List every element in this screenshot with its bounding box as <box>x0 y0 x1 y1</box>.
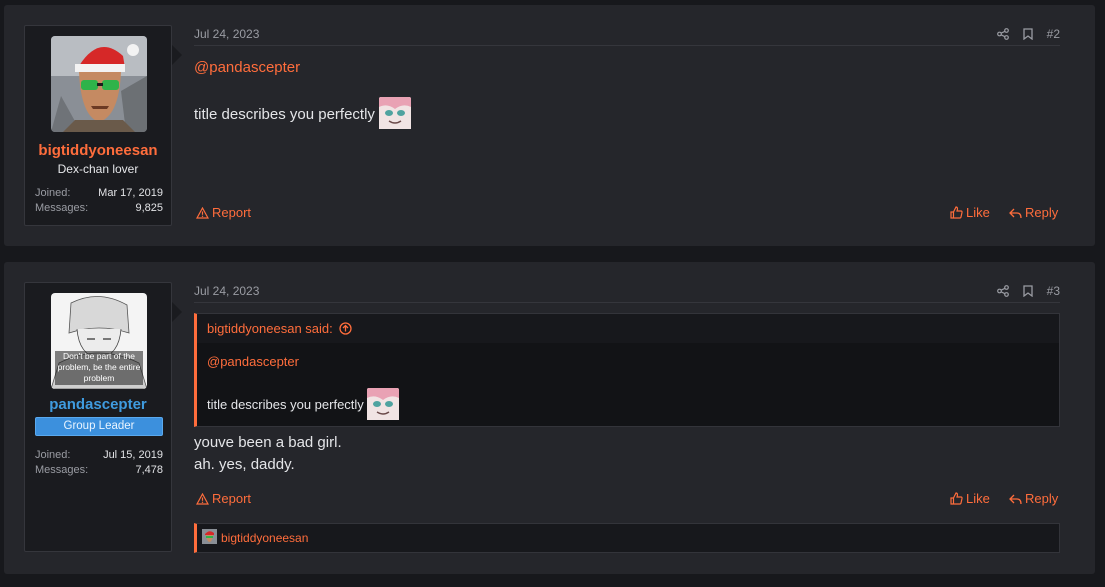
post-number[interactable]: #2 <box>1047 27 1060 41</box>
joined-stat: Joined: Mar 17, 2019 <box>35 187 163 199</box>
bookmark-icon[interactable] <box>1022 285 1033 297</box>
message-text: title describes you perfectly <box>194 105 375 123</box>
post-header-tools: #3 <box>996 284 1060 298</box>
post-actions: Report Like Reply <box>194 205 1060 223</box>
post-message: title describes you perfectly <box>194 97 412 133</box>
messages-label: Messages: <box>35 464 89 476</box>
anime-face-emoji <box>367 388 400 423</box>
like-button[interactable]: Like <box>950 491 990 506</box>
quote-text: title describes you perfectly <box>207 396 364 412</box>
avatar[interactable]: Don't be part of the problem, be the ent… <box>51 293 147 389</box>
reply-button[interactable]: Reply <box>1009 491 1058 506</box>
report-label: Report <box>212 205 252 220</box>
share-icon[interactable] <box>996 28 1009 40</box>
like-button[interactable]: Like <box>950 205 990 220</box>
anime-face-emoji <box>379 97 412 133</box>
thumbs-up-icon <box>950 206 963 219</box>
quote-author[interactable]: bigtiddyoneesan said: <box>207 314 333 343</box>
share-icon[interactable] <box>996 285 1009 297</box>
post-3: Don't be part of the problem, be the ent… <box>4 262 1095 574</box>
messages-value: 7,478 <box>135 464 163 476</box>
reply-label: Reply <box>1025 205 1059 220</box>
post-header: Jul 24, 2023 #3 <box>194 284 1060 303</box>
username[interactable]: pandascepter <box>25 396 171 413</box>
joined-value: Jul 15, 2019 <box>103 449 163 461</box>
arrow-up-circle-icon[interactable] <box>339 322 352 335</box>
avatar-caption-1: Don't be part of the <box>63 351 135 361</box>
messages-stat: Messages: 9,825 <box>35 202 163 214</box>
panel-arrow <box>172 45 182 65</box>
joined-value: Mar 17, 2019 <box>98 187 163 199</box>
like-label: Like <box>966 205 990 220</box>
reply-icon <box>1009 208 1022 218</box>
post-actions: Report Like Reply <box>194 491 1060 509</box>
report-button[interactable]: Report <box>196 205 251 220</box>
quote-block: bigtiddyoneesan said: @pandascepter titl… <box>194 313 1060 427</box>
quote-message: title describes you perfectly <box>207 388 400 423</box>
avatar-caption-2: problem, be the entire <box>58 362 141 372</box>
bookmark-icon[interactable] <box>1022 28 1033 40</box>
messages-stat: Messages: 7,478 <box>35 464 163 476</box>
warning-icon <box>196 492 209 505</box>
reply-button[interactable]: Reply <box>1009 205 1058 220</box>
reaction-user[interactable]: bigtiddyoneesan <box>221 531 308 545</box>
user-info-panel: bigtiddyoneesan Dex-chan lover Joined: M… <box>24 25 182 226</box>
message-line-2: ah. yes, daddy. <box>194 456 295 473</box>
panel-arrow <box>172 302 182 322</box>
reactions-bar[interactable]: bigtiddyoneesan <box>194 523 1060 553</box>
thumbs-up-icon <box>950 492 963 505</box>
messages-value: 9,825 <box>135 202 163 214</box>
post-header-tools: #2 <box>996 27 1060 41</box>
user-title: Dex-chan lover <box>57 162 139 176</box>
avatar[interactable] <box>51 36 147 132</box>
joined-label: Joined: <box>35 187 71 199</box>
warning-icon <box>196 206 209 219</box>
post-date[interactable]: Jul 24, 2023 <box>194 284 259 298</box>
post-number[interactable]: #3 <box>1047 284 1060 298</box>
post-2: bigtiddyoneesan Dex-chan lover Joined: M… <box>4 5 1095 246</box>
reply-icon <box>1009 494 1022 504</box>
report-label: Report <box>212 491 252 506</box>
reaction-avatar <box>202 529 217 547</box>
quote-header[interactable]: bigtiddyoneesan said: <box>197 314 1059 343</box>
reply-label: Reply <box>1025 491 1059 506</box>
post-date[interactable]: Jul 24, 2023 <box>194 27 259 41</box>
messages-label: Messages: <box>35 202 89 214</box>
like-label: Like <box>966 491 990 506</box>
avatar-caption-3: problem <box>84 373 115 383</box>
message-line-1: youve been a bad girl. <box>194 434 342 451</box>
quote-mention[interactable]: @pandascepter <box>207 354 299 369</box>
report-button[interactable]: Report <box>196 491 251 506</box>
mention-link[interactable]: @pandascepter <box>194 59 300 76</box>
user-info-panel: Don't be part of the problem, be the ent… <box>24 282 182 552</box>
username[interactable]: bigtiddyoneesan <box>25 142 171 159</box>
joined-stat: Joined: Jul 15, 2019 <box>35 449 163 461</box>
group-leader-badge: Group Leader <box>35 417 163 436</box>
joined-label: Joined: <box>35 449 71 461</box>
post-header: Jul 24, 2023 #2 <box>194 27 1060 46</box>
